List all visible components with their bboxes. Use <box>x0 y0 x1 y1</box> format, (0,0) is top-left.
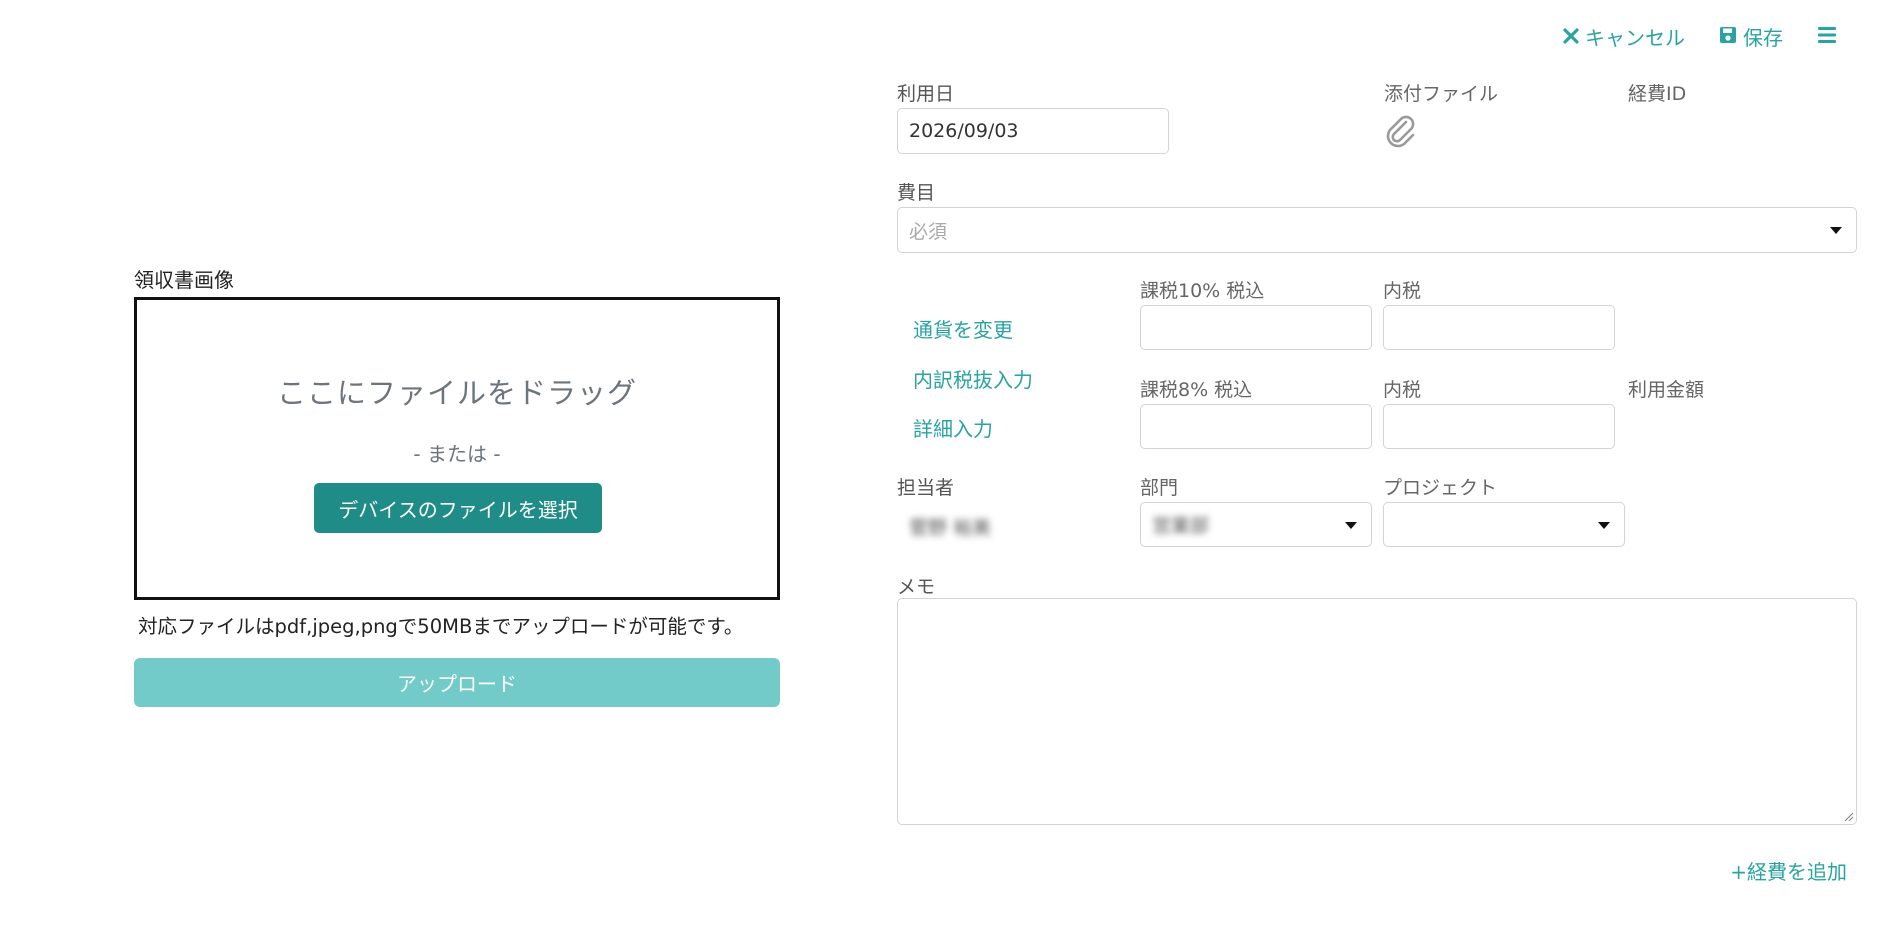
tax8-inner-tax-label: 内税 <box>1383 379 1422 401</box>
person-in-charge-label: 担当者 <box>897 477 955 499</box>
floppy-disk-icon <box>1719 26 1737 47</box>
project-select[interactable] <box>1383 502 1625 547</box>
upload-button[interactable]: アップロード <box>134 658 780 707</box>
chevron-down-icon <box>1598 521 1610 529</box>
usage-date-label: 利用日 <box>897 83 955 105</box>
save-label: 保存 <box>1743 26 1783 50</box>
usage-date-input[interactable]: 2026/09/03 <box>897 108 1169 154</box>
select-file-button[interactable]: デバイスのファイルを選択 <box>314 483 602 533</box>
usage-amount-label: 利用金額 <box>1628 379 1705 401</box>
toolbar: キャンセル 保存 <box>1563 22 1837 51</box>
hamburger-menu-icon <box>1817 26 1837 47</box>
category-placeholder: 必須 <box>909 220 948 243</box>
tax8-included-input[interactable] <box>1140 404 1372 449</box>
category-select[interactable]: 必須 <box>897 207 1857 253</box>
cancel-button[interactable]: キャンセル <box>1563 22 1685 51</box>
detail-input-link[interactable]: 詳細入力 <box>913 413 993 442</box>
tax10-included-input[interactable] <box>1140 305 1372 350</box>
dropzone-drag-text: ここにファイルをドラッグ <box>276 376 637 410</box>
tax10-inner-tax-input[interactable] <box>1383 305 1615 350</box>
tax8-inner-tax-input[interactable] <box>1383 404 1615 449</box>
tax10-included-label: 課税10% 税込 <box>1140 280 1265 302</box>
change-currency-link[interactable]: 通貨を変更 <box>913 314 1013 343</box>
tax8-included-label: 課税8% 税込 <box>1140 379 1253 401</box>
dropzone-or-text: - または - <box>413 442 501 466</box>
close-icon <box>1563 27 1579 47</box>
department-label: 部門 <box>1140 477 1179 499</box>
resize-grip-icon[interactable] <box>1842 810 1854 822</box>
chevron-down-icon <box>1830 227 1842 234</box>
department-select[interactable]: 営業部 <box>1140 502 1372 547</box>
chevron-down-icon <box>1345 521 1357 529</box>
memo-label: メモ <box>897 576 936 598</box>
memo-textarea[interactable] <box>897 598 1857 825</box>
file-dropzone[interactable]: ここにファイルをドラッグ - または - デバイスのファイルを選択 <box>134 297 780 600</box>
expense-id-label: 経費ID <box>1628 83 1687 105</box>
file-support-note: 対応ファイルはpdf,jpeg,pngで50MBまでアップロードが可能です。 <box>138 615 744 638</box>
department-value: 営業部 <box>1152 515 1210 537</box>
category-label: 費目 <box>897 182 936 204</box>
paperclip-icon[interactable] <box>1384 114 1418 152</box>
receipt-image-title: 領収書画像 <box>134 268 234 292</box>
project-label: プロジェクト <box>1383 477 1498 499</box>
add-expense-link[interactable]: +経費を追加 <box>1730 856 1847 885</box>
cancel-label: キャンセル <box>1585 26 1685 50</box>
person-in-charge-value: 菅野 裕美 <box>909 517 992 539</box>
tax10-inner-tax-label: 内税 <box>1383 280 1422 302</box>
save-button[interactable]: 保存 <box>1719 22 1783 51</box>
menu-button[interactable] <box>1817 26 1837 47</box>
tax-excluded-input-link[interactable]: 内訳税抜入力 <box>913 364 1033 393</box>
attachment-label: 添付ファイル <box>1384 83 1499 105</box>
